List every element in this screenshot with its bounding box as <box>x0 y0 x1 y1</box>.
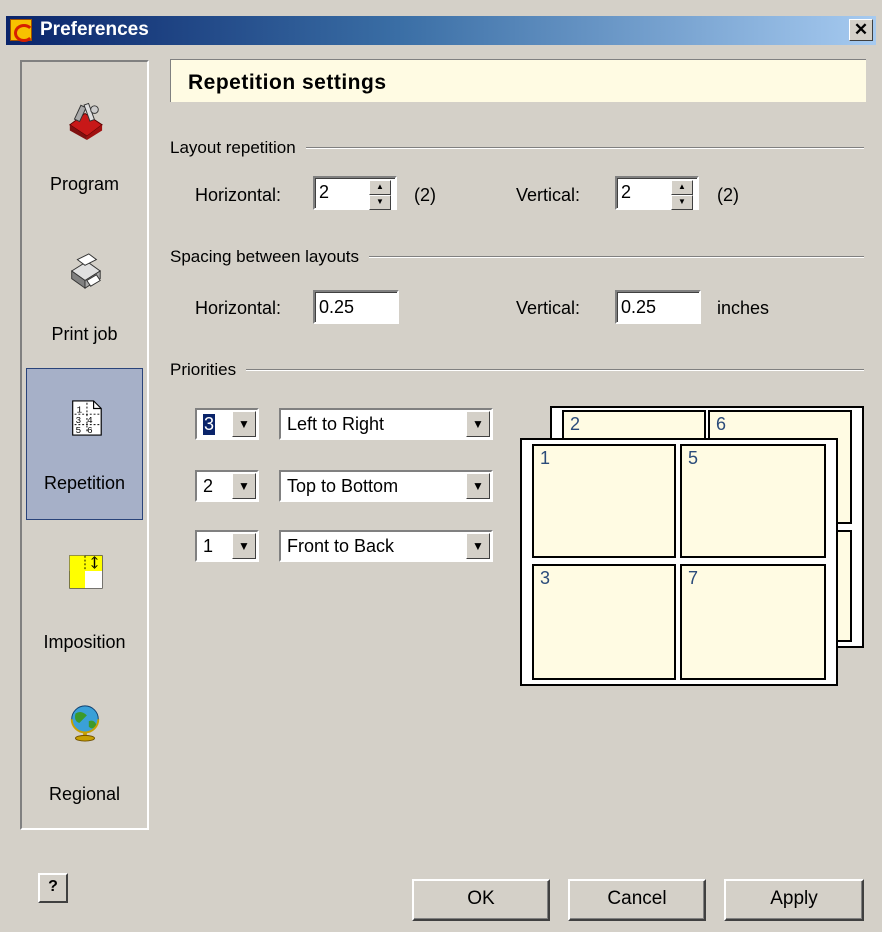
horizontal-repeat-spinner[interactable]: 2 ▲ ▼ <box>313 176 397 210</box>
chevron-down-icon[interactable]: ▼ <box>466 533 490 559</box>
priority-direction-value: Front to Back <box>287 536 395 556</box>
repetition-grid-icon: 1 3 4 5 6 <box>72 400 102 436</box>
preview-cell: 3 <box>532 564 676 680</box>
globe-icon <box>70 705 100 742</box>
sidebar-item-print-job[interactable]: Print job <box>26 214 143 366</box>
repetition-icon-row-2: 3 4 <box>76 415 93 426</box>
spin-down-icon[interactable]: ▼ <box>369 195 391 210</box>
spacing-title: Spacing between layouts <box>170 247 370 267</box>
vertical-repeat-spinner[interactable]: 2 ▲ ▼ <box>615 176 699 210</box>
layout-repetition-title: Layout repetition <box>170 138 306 158</box>
sidebar-item-label: Print job <box>51 324 118 344</box>
spin-down-icon[interactable]: ▼ <box>671 195 693 210</box>
sidebar-item-regional[interactable]: Regional <box>26 674 143 826</box>
apply-button[interactable]: Apply <box>724 879 864 921</box>
chevron-down-icon[interactable]: ▼ <box>466 473 490 499</box>
vertical-repeat-effective: (2) <box>717 185 739 205</box>
priority-rank-value: 3 <box>203 414 216 435</box>
horizontal-spacing-label: Horizontal: <box>195 298 282 318</box>
priority-direction-select-1[interactable]: Left to Right ▼ <box>279 408 493 440</box>
vertical-repeat-label: Vertical: <box>516 185 581 205</box>
priority-rank-select-3[interactable]: 1 ▼ <box>195 530 259 562</box>
preview-cell: 5 <box>680 444 826 558</box>
window-title: Preferences <box>40 19 149 40</box>
chevron-down-icon[interactable]: ▼ <box>232 411 256 437</box>
priority-rank-select-2[interactable]: 2 ▼ <box>195 470 259 502</box>
vertical-repeat-value: 2 <box>621 182 632 202</box>
title-bar[interactable]: Preferences ✕ <box>6 16 876 45</box>
sidebar-item-imposition[interactable]: Imposition <box>26 522 143 674</box>
repetition-icon-row-3: 5 6 <box>76 425 93 436</box>
sidebar-item-label: Regional <box>48 784 121 804</box>
horizontal-repeat-value: 2 <box>319 182 330 202</box>
preview-cell: 7 <box>680 564 826 680</box>
ok-button[interactable]: OK <box>412 879 550 921</box>
vertical-spacing-input[interactable] <box>615 290 701 324</box>
horizontal-repeat-label: Horizontal: <box>195 185 282 205</box>
preview-cell: 1 <box>532 444 676 558</box>
horizontal-repeat-effective: (2) <box>414 185 436 205</box>
spin-up-icon[interactable]: ▲ <box>369 180 391 195</box>
page-header: Repetition settings <box>170 59 866 102</box>
priority-direction-select-3[interactable]: Front to Back ▼ <box>279 530 493 562</box>
priority-direction-value: Top to Bottom <box>287 476 399 496</box>
spin-buttons[interactable]: ▲ ▼ <box>671 180 695 210</box>
help-icon: ? <box>48 878 58 895</box>
spacing-unit-label: inches <box>717 298 770 318</box>
group-divider <box>170 369 864 371</box>
toolbox-icon <box>68 102 103 140</box>
spin-buttons[interactable]: ▲ ▼ <box>369 180 393 210</box>
app-icon <box>10 19 34 42</box>
imposition-icon <box>69 555 103 589</box>
preview-front-sheet: 1 5 3 7 <box>520 438 838 686</box>
priority-rank-value: 2 <box>203 476 214 496</box>
priorities-title: Priorities <box>170 360 247 380</box>
horizontal-spacing-input[interactable] <box>313 290 399 324</box>
repetition-icon-row-1: 1 <box>77 404 83 415</box>
sidebar-item-repetition[interactable]: 1 3 4 5 6 Repetition <box>26 368 143 520</box>
sidebar-item-label: Program <box>49 174 120 194</box>
page-title: Repetition settings <box>188 71 387 94</box>
printer-icon <box>70 253 102 290</box>
sidebar-item-label: Imposition <box>43 632 126 652</box>
priority-direction-select-2[interactable]: Top to Bottom ▼ <box>279 470 493 502</box>
close-icon: ✕ <box>853 20 869 39</box>
spin-up-icon[interactable]: ▲ <box>671 180 693 195</box>
chevron-down-icon[interactable]: ▼ <box>232 533 256 559</box>
vertical-spacing-label: Vertical: <box>516 298 581 318</box>
chevron-down-icon[interactable]: ▼ <box>466 411 490 437</box>
chevron-down-icon[interactable]: ▼ <box>232 473 256 499</box>
category-sidebar: Program Print job 1 3 4 5 6 Repetition I… <box>20 60 149 830</box>
help-button[interactable]: ? <box>38 873 68 903</box>
close-button[interactable]: ✕ <box>849 19 873 41</box>
sidebar-item-label: Repetition <box>43 473 126 493</box>
cancel-button[interactable]: Cancel <box>568 879 706 921</box>
sidebar-item-program[interactable]: Program <box>26 64 143 216</box>
preferences-window: Preferences ✕ Program Print job 1 3 4 5 … <box>0 0 882 932</box>
priority-direction-value: Left to Right <box>287 414 385 434</box>
priority-rank-value: 1 <box>203 536 214 556</box>
priority-rank-select-1[interactable]: 3 ▼ <box>195 408 259 440</box>
